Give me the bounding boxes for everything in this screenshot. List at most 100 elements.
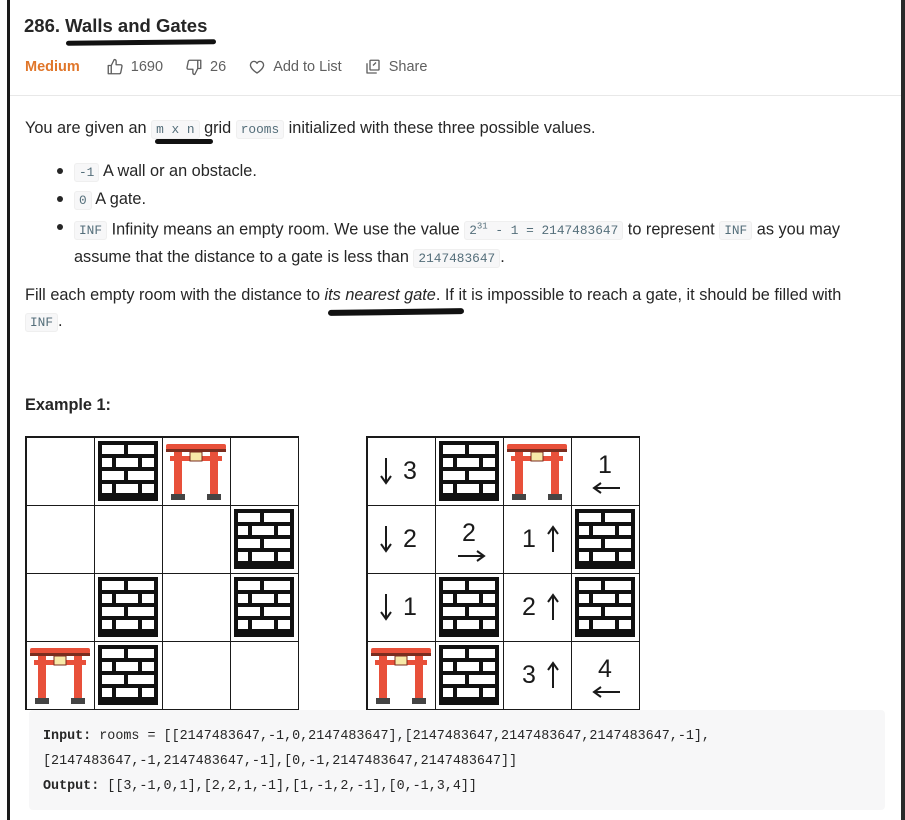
grid-cell (93, 640, 163, 710)
output-value: [[3,-1,0,1],[2,2,1,-1],[1,-1,2,-1],[0,-1… (99, 779, 477, 794)
grid-cell (434, 436, 504, 506)
arrow-down-icon (379, 593, 392, 621)
wall-icon (439, 645, 499, 705)
grid-cell (366, 640, 436, 710)
wall-icon (98, 577, 158, 637)
handwritten-underline-title (65, 39, 217, 46)
dislike-count: 26 (210, 59, 227, 75)
grid-cell (434, 640, 504, 710)
inline-code: INF (74, 221, 108, 241)
input-line-1: Input: rooms = [[2147483647,-1,0,2147483… (43, 724, 871, 749)
description-intro: You are given an m x n grid rooms initia… (25, 115, 875, 143)
grid-cell (229, 640, 299, 710)
wall-icon (234, 577, 294, 637)
like-button[interactable]: 1690 (106, 58, 163, 76)
input-line-2: [2147483647,-1,2147483647,-1],[0,-1,2147… (43, 749, 871, 774)
gate-icon (507, 444, 567, 500)
grid-cell (93, 436, 163, 506)
problem-meta-bar: Medium 1690 26 Add to List Share (25, 58, 449, 76)
inline-code: -1 (74, 163, 100, 182)
inline-code-power: 231 - 1 = 2147483647 (464, 221, 624, 241)
desc-text: grid (199, 119, 236, 137)
emphasis-text: its nearest gate (324, 286, 436, 304)
wall-icon (439, 577, 499, 637)
values-list: -1 A wall or an obstacle. 0 A gate. INF … (52, 158, 882, 272)
desc-text: initialized with these three possible va… (284, 119, 596, 137)
distance-value: 2 (462, 518, 476, 547)
dislike-button[interactable]: 26 (185, 58, 226, 76)
grid-cell (25, 436, 95, 506)
list-item: -1 A wall or an obstacle. (52, 158, 882, 186)
heart-icon (249, 60, 265, 74)
window-left-edge (7, 0, 10, 820)
example-title: Example 1: (25, 396, 111, 414)
arrow-up-icon (546, 660, 559, 688)
grid-cell (93, 572, 163, 642)
share-icon (366, 59, 380, 74)
grid-cell: 2 (434, 504, 504, 574)
input-label: Input: (43, 729, 92, 744)
grid-cell: 1 (366, 572, 436, 642)
grid-cell (434, 572, 504, 642)
wall-icon (234, 509, 294, 569)
grid-cell: 1 (570, 436, 640, 506)
inline-code: rooms (235, 120, 285, 139)
arrow-up-icon (546, 524, 559, 552)
problem-number: 286. (24, 15, 66, 36)
bullet-text: A gate. (91, 190, 147, 208)
bullet-text: . (500, 248, 505, 267)
gate-icon (30, 648, 90, 704)
output-grid: 3 1221 1 2 3 4 (366, 436, 640, 710)
arrow-down-icon (379, 525, 392, 553)
distance-value: 1 (598, 450, 612, 479)
wall-icon (575, 509, 635, 569)
wall-icon (98, 645, 158, 705)
list-item: INF Infinity means an empty room. We use… (52, 214, 882, 272)
desc-text: Fill each empty room with the distance t… (25, 286, 325, 304)
arrow-up-icon (546, 592, 559, 620)
inline-code: 2147483647 (413, 249, 501, 269)
thumbs-up-icon (107, 58, 123, 75)
problem-title: 286. Walls and Gates (24, 15, 207, 37)
share-button[interactable]: Share (364, 58, 428, 76)
grid-cell (229, 436, 299, 506)
arrow-left-icon (591, 481, 620, 494)
share-label: Share (388, 59, 428, 75)
like-count: 1690 (130, 59, 164, 75)
output-line: Output: [[3,-1,0,1],[2,2,1,-1],[1,-1,2,-… (43, 774, 871, 799)
gate-icon (371, 648, 431, 704)
problem-name: Walls and Gates (65, 15, 208, 36)
grid-cell (161, 436, 231, 506)
arrow-left-icon (591, 685, 620, 698)
distance-value: 1 (403, 592, 417, 621)
inline-code: INF (25, 313, 59, 332)
handwritten-underline-mxn (155, 139, 213, 144)
grid-cell: 2 (502, 572, 572, 642)
arrow-down-icon (379, 457, 392, 485)
bullet-text: Infinity means an empty room. We use the… (107, 220, 465, 239)
bullet-text: A wall or an obstacle. (99, 162, 257, 180)
power-base: 2 (469, 223, 477, 239)
window-right-edge (901, 0, 905, 820)
inline-code: INF (719, 221, 753, 241)
grid-cell (161, 504, 231, 574)
gate-icon (166, 444, 226, 500)
grid-cell (570, 572, 640, 642)
distance-value: 3 (403, 456, 417, 485)
distance-value: 3 (522, 660, 536, 689)
input-value: rooms = [[2147483647,-1,0,2147483647],[2… (91, 729, 710, 744)
distance-value: 2 (403, 524, 417, 553)
inline-code: 0 (74, 191, 92, 210)
arrow-right-icon (457, 549, 486, 562)
header-divider (10, 95, 901, 96)
grid-cell (229, 504, 299, 574)
inline-code: m x n (151, 120, 200, 139)
grid-cell (229, 572, 299, 642)
example-io-block: Input: rooms = [[2147483647,-1,0,2147483… (29, 710, 885, 810)
distance-value: 1 (522, 524, 536, 553)
add-to-list-button[interactable]: Add to List (248, 58, 342, 76)
desc-text: . If it is impossible to reach a gate, i… (435, 286, 842, 304)
grid-cell: 3 (366, 436, 436, 506)
desc-text: . (58, 312, 63, 330)
grid-cell: 3 (502, 640, 572, 710)
